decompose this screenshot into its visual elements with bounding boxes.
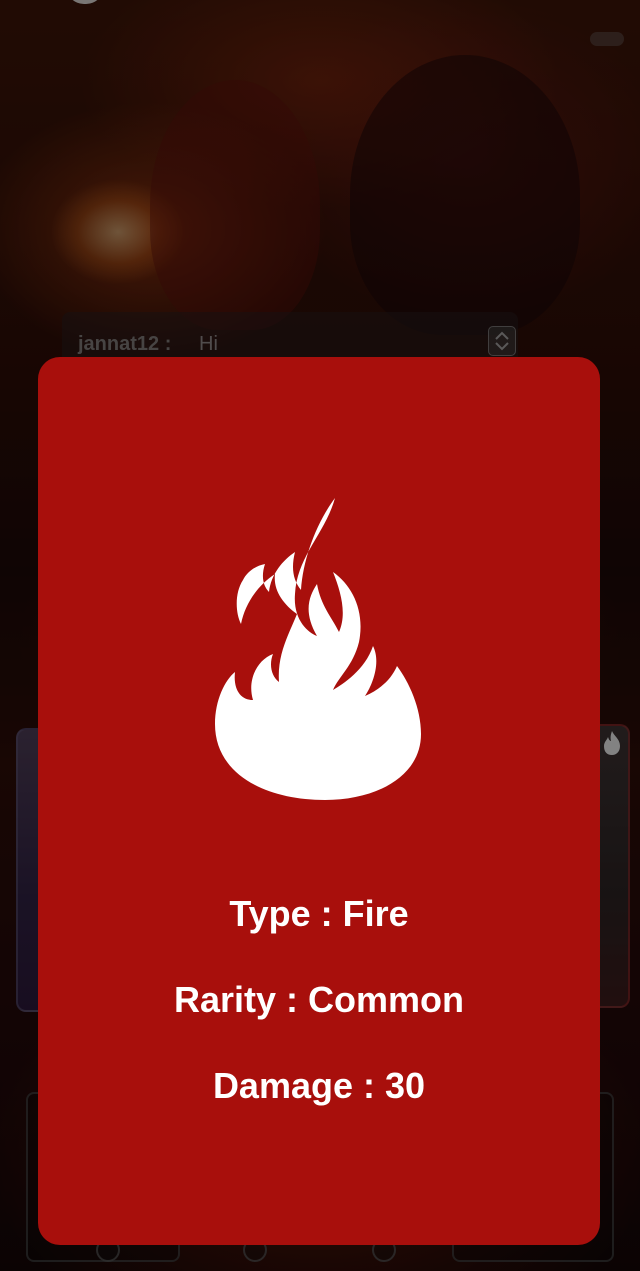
game-screen: jannat12 : Hi Type : Fire Rarity : Commo… [0, 0, 640, 1271]
card-rarity-label: Rarity : Common [173, 979, 465, 1020]
card-damage-label: Damage : 30 [212, 1065, 426, 1106]
card-type-label: Type : Fire [229, 893, 409, 934]
fire-icon [215, 498, 421, 800]
